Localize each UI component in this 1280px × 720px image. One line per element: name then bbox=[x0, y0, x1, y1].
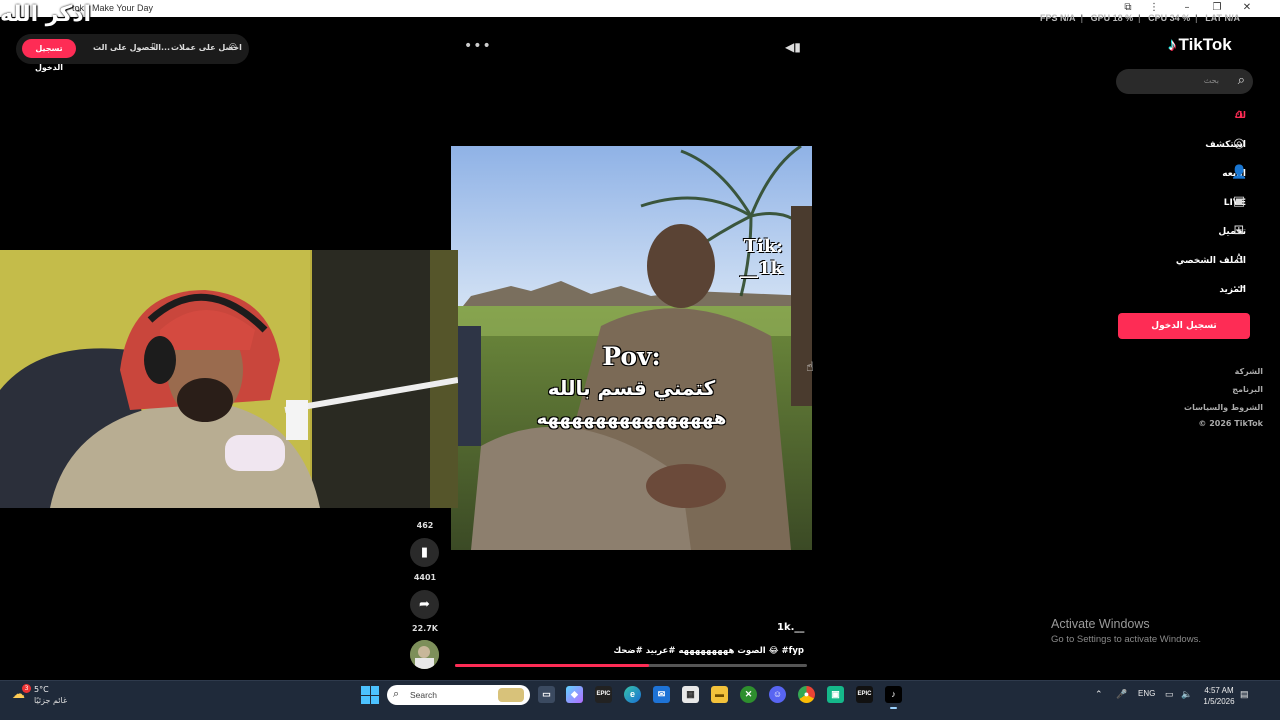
author-name[interactable]: 1k.__ bbox=[777, 622, 804, 633]
app-icon[interactable]: ▣ bbox=[827, 686, 844, 703]
sidebar-login-button[interactable]: تسجيل الدخول bbox=[1118, 313, 1250, 339]
network-icon[interactable]: ▭ bbox=[1165, 689, 1174, 700]
microphone-icon[interactable]: 🎤 bbox=[1116, 689, 1127, 700]
video-watermark: Tik: __1k bbox=[740, 236, 783, 279]
mouse-cursor: ☝ bbox=[806, 360, 814, 375]
tiktok-taskbar-icon[interactable]: ♪ bbox=[885, 686, 902, 709]
bookmark-icon[interactable]: ▮ bbox=[410, 538, 439, 567]
lat-readout: LAT N/A bbox=[1205, 13, 1241, 23]
video-player[interactable]: Tik: __1k Pov: كتمني قسم بالله هههههههههه… bbox=[451, 146, 812, 550]
clock-date: 1/5/2026 bbox=[1203, 697, 1235, 706]
upload-icon[interactable]: ⊞ bbox=[1231, 223, 1247, 239]
weather-widget[interactable]: ☁ 3 5°C غائم جزئيًا bbox=[12, 684, 72, 711]
video-caption-line: هههههههههههههههه bbox=[536, 408, 727, 429]
taskbar-search[interactable]: ⌕ Search bbox=[387, 685, 530, 705]
discord-icon[interactable]: ☺ bbox=[769, 686, 786, 703]
notifications-icon[interactable]: ▤ bbox=[1240, 689, 1249, 700]
weather-badge: 3 bbox=[22, 684, 31, 693]
activate-windows-title: Activate Windows bbox=[1051, 617, 1150, 631]
webcam-image bbox=[0, 250, 458, 508]
stream-overlay-text: اذكر الله bbox=[0, 2, 92, 27]
tiktok-logo[interactable]: ♪ TikTok bbox=[1168, 35, 1232, 55]
fps-readout: FPS N/A bbox=[1040, 13, 1076, 23]
chrome-icon[interactable]: ● bbox=[798, 686, 815, 703]
search-highlight-image bbox=[498, 688, 524, 702]
share-icon[interactable]: ➦ bbox=[410, 590, 439, 619]
system-clock[interactable]: 4:57 AM 1/5/2026 bbox=[1200, 685, 1238, 707]
author-avatar[interactable] bbox=[410, 640, 439, 669]
weather-desc: غائم جزئيًا bbox=[34, 696, 68, 705]
video-progress-fill bbox=[455, 664, 649, 667]
footer-copyright: © 2026 TikTok bbox=[1198, 419, 1263, 428]
epic-games-icon[interactable]: EPIC bbox=[595, 686, 612, 703]
volume-icon[interactable]: ◀▮ bbox=[785, 40, 801, 54]
cpu-readout: CPU 34 % bbox=[1148, 13, 1191, 23]
search-icon: ⌕ bbox=[393, 687, 400, 700]
taskbar-search-placeholder: Search bbox=[410, 690, 437, 700]
more-options-icon[interactable]: ••• bbox=[464, 38, 492, 54]
close-icon[interactable]: ✕ bbox=[1240, 1, 1254, 15]
start-button[interactable] bbox=[361, 686, 379, 704]
saves-count: 4401 bbox=[413, 573, 437, 582]
more-icon[interactable]: ··· bbox=[1231, 281, 1247, 297]
search-input[interactable]: بحث ⌕ bbox=[1116, 69, 1253, 94]
speaker-icon[interactable]: 🔈 bbox=[1181, 689, 1192, 700]
file-explorer-icon[interactable]: ▬ bbox=[711, 686, 728, 703]
performance-overlay: FPS N/A | GPU 18 % | CPU 34 % | LAT N/A bbox=[1040, 13, 1241, 23]
logo-text: TikTok bbox=[1178, 35, 1232, 54]
epic-launcher-icon[interactable]: EPIC bbox=[856, 686, 873, 703]
task-view-icon[interactable]: ▭ bbox=[538, 686, 555, 703]
compass-icon[interactable]: ◎ bbox=[1231, 136, 1247, 152]
footer-link-company[interactable]: الشركة bbox=[1235, 367, 1263, 376]
windows-taskbar bbox=[0, 680, 1280, 720]
avatar-image bbox=[410, 640, 439, 669]
footer-link-program[interactable]: البرنامج bbox=[1232, 385, 1263, 394]
coin-icon: ◎ bbox=[229, 42, 237, 52]
weather-temp: 5°C bbox=[34, 685, 49, 694]
video-caption-line: كتمني قسم بالله bbox=[547, 376, 716, 400]
clock-time: 4:57 AM bbox=[1204, 686, 1234, 695]
footer-link-terms[interactable]: الشروط والسياسات bbox=[1184, 403, 1263, 412]
search-icon[interactable]: ⌕ bbox=[1238, 73, 1245, 88]
activate-windows-subtitle: Go to Settings to activate Windows. bbox=[1051, 634, 1201, 645]
edge-icon[interactable]: e bbox=[624, 686, 641, 703]
tray-overflow-icon[interactable]: ⌃ bbox=[1095, 689, 1103, 700]
language-indicator[interactable]: ENG bbox=[1138, 689, 1155, 698]
gpu-readout: GPU 18 % bbox=[1090, 13, 1134, 23]
shares-count: 22.7K bbox=[412, 624, 438, 633]
store-icon[interactable]: ▦ bbox=[682, 686, 699, 703]
top-login-button[interactable]: تسجيل الدخول bbox=[22, 39, 76, 72]
live-icon[interactable]: ▣ bbox=[1231, 194, 1247, 210]
profile-icon[interactable]: ♙ bbox=[1231, 252, 1247, 268]
copilot-icon[interactable]: ◆ bbox=[566, 686, 583, 703]
video-caption-title: Pov: bbox=[602, 342, 661, 371]
comments-count: 462 bbox=[416, 521, 434, 530]
home-icon[interactable]: ⌂ bbox=[1231, 107, 1247, 123]
search-placeholder: بحث bbox=[1203, 76, 1219, 85]
get-app-link[interactable]: الحصول على الت... bbox=[93, 43, 170, 52]
video-progress-bar[interactable] bbox=[455, 664, 807, 667]
post-description: الصوت هههههههههه #عربيد #ضحك 😂 #fyp bbox=[613, 646, 804, 656]
following-icon[interactable]: 👤 bbox=[1231, 165, 1247, 181]
mail-icon[interactable]: ✉ bbox=[653, 686, 670, 703]
xbox-icon[interactable]: ✕ bbox=[740, 686, 757, 703]
tiktok-note-icon: ♪ bbox=[1168, 35, 1177, 54]
webcam-overlay bbox=[0, 250, 458, 508]
phone-icon: ▯ bbox=[151, 42, 156, 52]
